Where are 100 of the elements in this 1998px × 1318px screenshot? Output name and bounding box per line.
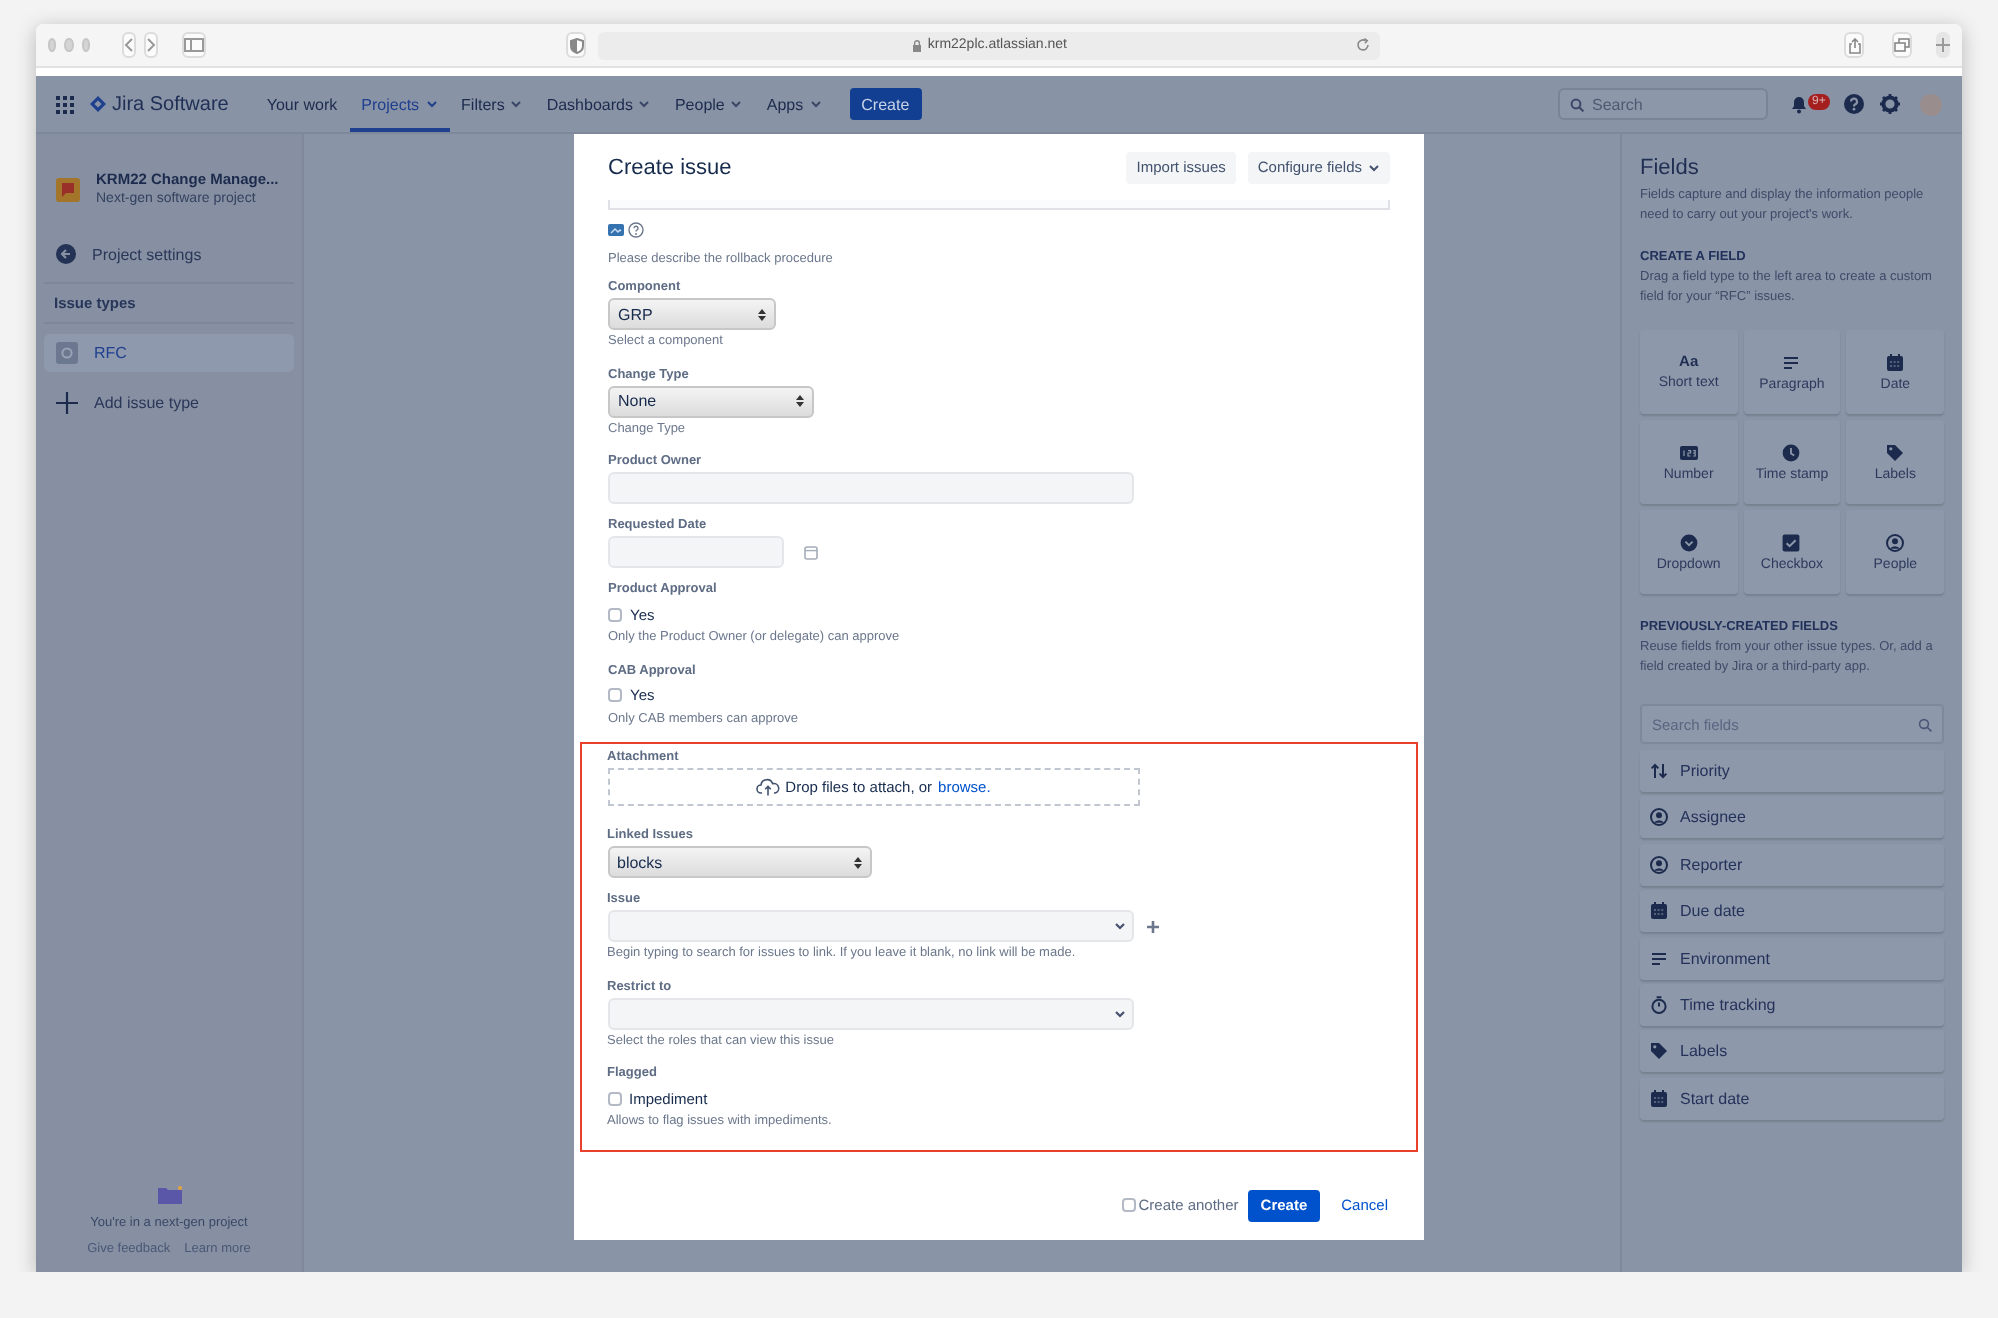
plus-icon <box>56 392 78 414</box>
product-logo[interactable]: Jira Software <box>90 76 229 132</box>
app-switcher-icon[interactable] <box>56 95 74 113</box>
help-icon[interactable] <box>1844 94 1864 114</box>
field-list-item[interactable]: Assignee <box>1640 796 1944 839</box>
text-field[interactable] <box>608 472 1134 504</box>
checkbox[interactable] <box>608 688 622 702</box>
project-settings-link[interactable]: Project settings <box>44 236 294 272</box>
chevron-down-icon <box>1113 920 1125 932</box>
dropdown-icon <box>1679 533 1698 551</box>
search-icon <box>1570 97 1584 111</box>
chevron-right-icon <box>146 38 157 52</box>
checkbox-icon <box>1782 533 1801 551</box>
stopwatch-icon <box>1650 995 1668 1014</box>
paragraph-icon <box>1782 353 1801 371</box>
issue-type-icon <box>56 342 78 364</box>
search-placeholder: Search <box>1592 95 1643 113</box>
calendar-icon <box>1650 1089 1668 1108</box>
project-flag-icon <box>56 177 80 201</box>
product-name: Jira Software <box>112 93 229 115</box>
back-arrow-icon <box>56 244 76 264</box>
sidebar-toggle-button[interactable] <box>182 32 207 58</box>
search-field[interactable]: Search <box>1558 88 1768 120</box>
chevron-down-icon <box>730 98 743 110</box>
create-button[interactable]: Create <box>849 88 922 120</box>
clock-icon <box>1782 443 1801 461</box>
tabs-icon <box>1894 38 1911 52</box>
share-icon <box>1847 37 1862 53</box>
date-field[interactable] <box>608 536 784 568</box>
chevron-down-icon <box>1368 161 1380 173</box>
field-list-item[interactable]: Time tracking <box>1640 983 1944 1026</box>
select-value: None <box>618 392 657 410</box>
sidebar-icon <box>184 38 205 52</box>
reload-icon[interactable] <box>1356 37 1371 51</box>
chevron-left-icon <box>124 38 135 52</box>
nav-menu-item[interactable]: Apps <box>754 76 834 132</box>
settings-icon[interactable] <box>1880 94 1900 114</box>
tag-icon <box>1886 443 1905 461</box>
field-list-item[interactable]: Reporter <box>1640 843 1944 886</box>
issue-type-item[interactable]: RFC <box>44 334 294 372</box>
select-field[interactable]: None <box>608 385 814 417</box>
checkbox[interactable] <box>1122 1198 1137 1212</box>
nav-menu-item[interactable]: Dashboards <box>534 76 663 132</box>
help-icon[interactable] <box>628 222 644 238</box>
tag-icon <box>1650 1042 1668 1061</box>
plus-icon <box>1936 38 1951 52</box>
up-down-arrows-icon <box>758 307 766 321</box>
person-icon <box>1650 855 1668 874</box>
select-value: blocks <box>617 853 663 871</box>
select-field[interactable]: blocks <box>607 846 871 878</box>
checkbox[interactable] <box>607 1091 621 1105</box>
shield-icon <box>569 37 584 53</box>
forward-button[interactable] <box>144 32 159 58</box>
folder-icon <box>157 1186 181 1204</box>
privacy-report-button[interactable] <box>566 32 587 58</box>
panel-title: Fields <box>1640 154 1701 182</box>
chevron-down-icon <box>425 98 438 110</box>
chevron-down-icon <box>809 98 822 110</box>
dropdown-field[interactable] <box>607 997 1133 1029</box>
field-list-item[interactable]: Priority <box>1640 750 1944 792</box>
checkbox[interactable] <box>608 607 622 621</box>
calendar-icon <box>1650 902 1668 921</box>
tabs-button[interactable] <box>1892 32 1913 58</box>
search-icon <box>1918 717 1932 731</box>
new-tab-button[interactable] <box>1936 32 1951 58</box>
issue-type-item[interactable]: Add issue type <box>44 384 294 422</box>
field-list-item[interactable]: Start date <box>1640 1077 1944 1120</box>
back-button[interactable] <box>122 32 137 58</box>
up-down-arrows-icon <box>853 855 861 869</box>
window-close-button[interactable] <box>48 38 57 52</box>
notifications-button[interactable] <box>1790 94 1808 114</box>
bell-icon <box>1790 94 1808 114</box>
person-icon <box>1886 533 1905 551</box>
cloud-upload-icon <box>755 778 780 796</box>
field-list-item[interactable]: Due date <box>1640 890 1944 933</box>
image-icon[interactable] <box>608 224 624 236</box>
field-list-item[interactable]: Environment <box>1640 937 1944 980</box>
select-value: GRP <box>618 305 653 323</box>
select-field[interactable]: GRP <box>608 298 776 330</box>
calendar-icon[interactable] <box>804 545 818 559</box>
chevron-down-icon <box>638 98 651 110</box>
person-icon <box>1650 808 1668 827</box>
nav-menu-item[interactable]: Your work <box>254 76 350 132</box>
chevron-down-icon <box>1113 1007 1125 1019</box>
diamond-icon <box>90 96 106 112</box>
number-icon <box>1679 443 1698 461</box>
field-list-item[interactable]: Labels <box>1640 1030 1944 1073</box>
chevron-down-icon <box>510 98 523 110</box>
window-minimize-button[interactable] <box>64 38 74 52</box>
dialog-title: Create issue <box>608 155 734 179</box>
window-zoom-button[interactable] <box>81 38 91 52</box>
lock-icon <box>911 39 922 51</box>
dropdown-field[interactable] <box>607 910 1133 942</box>
plus-icon[interactable] <box>1145 919 1159 933</box>
share-button[interactable] <box>1844 32 1865 58</box>
calendar-icon <box>1886 353 1905 371</box>
priority-arrows-icon <box>1650 762 1668 780</box>
nav-menu-item[interactable]: Filters <box>449 76 535 132</box>
nav-menu-item[interactable]: People <box>662 76 755 132</box>
up-down-arrows-icon <box>796 394 804 408</box>
